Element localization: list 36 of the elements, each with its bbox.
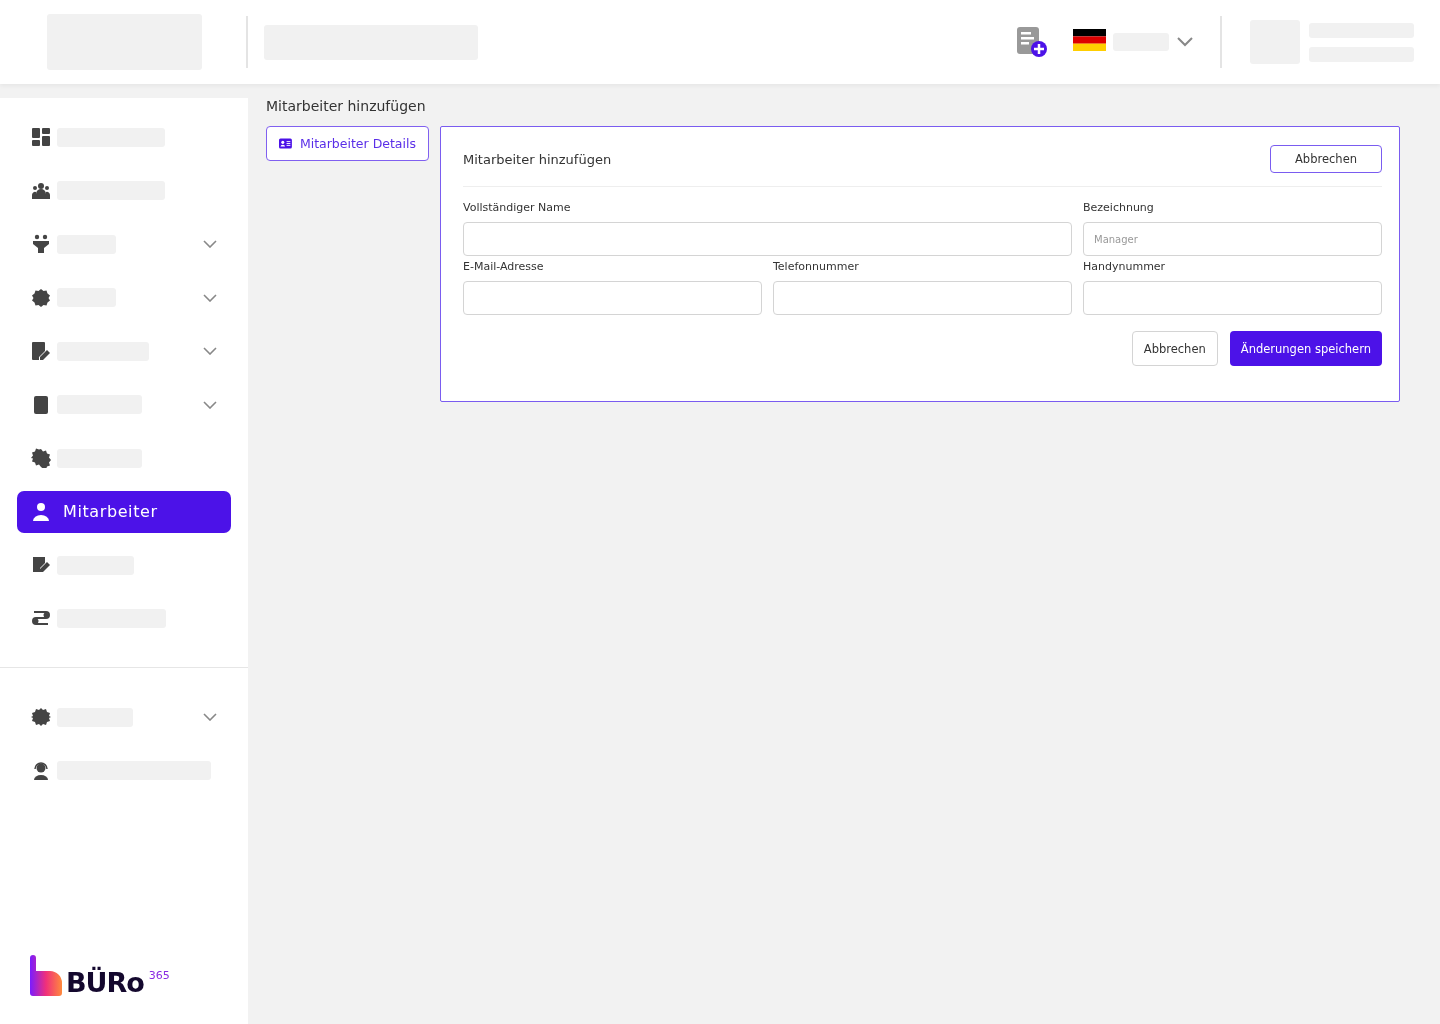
edit-icon: [31, 555, 51, 575]
chevron-down-icon: [203, 240, 217, 248]
input-field[interactable]: [773, 281, 1072, 315]
chevron-down-icon: [203, 347, 217, 355]
headset-person-icon: [31, 760, 51, 781]
page-title: Mitarbeiter hinzufügen: [266, 98, 427, 114]
logo-icon: [30, 955, 62, 996]
dashboard-icon: [31, 127, 51, 147]
chevron-down-icon: [203, 400, 217, 409]
input-field[interactable]: Manager: [1083, 222, 1382, 256]
field-label: Vollständiger Name: [463, 201, 572, 214]
sidebar-item[interactable]: Mitarbeiter: [17, 490, 231, 533]
people-icon: [31, 180, 51, 201]
field-label: Bezeichnung: [1083, 201, 1155, 214]
cancel-button[interactable]: Abbrechen: [1131, 331, 1218, 366]
gear-icon: [31, 707, 51, 727]
tab[interactable]: Mitarbeiter Details: [266, 126, 429, 161]
chevron-down-icon: [203, 293, 217, 302]
field-label: Handynummer: [1083, 260, 1167, 273]
chevron-down-icon: [203, 713, 217, 721]
chevron-down-icon[interactable]: [1177, 37, 1193, 47]
field-label: E-Mail-Adresse: [463, 260, 545, 273]
form-title: Mitarbeiter hinzufügen: [463, 151, 612, 167]
id-card-icon: [279, 137, 292, 150]
input-field[interactable]: [463, 222, 1072, 256]
cancel-button[interactable]: Abbrechen: [1270, 145, 1382, 173]
save-button[interactable]: Änderungen speichern: [1229, 331, 1382, 366]
logo-superscript: 365: [148, 969, 170, 982]
add-document-icon[interactable]: [1016, 26, 1048, 58]
person-icon: [31, 501, 51, 522]
input-field[interactable]: [1083, 281, 1382, 315]
document-pen-icon: [31, 341, 51, 361]
flag-icon[interactable]: [1073, 29, 1106, 51]
field-label: Telefonnummer: [773, 260, 860, 273]
input-field[interactable]: [463, 281, 762, 315]
funnel-icon: [31, 234, 51, 254]
